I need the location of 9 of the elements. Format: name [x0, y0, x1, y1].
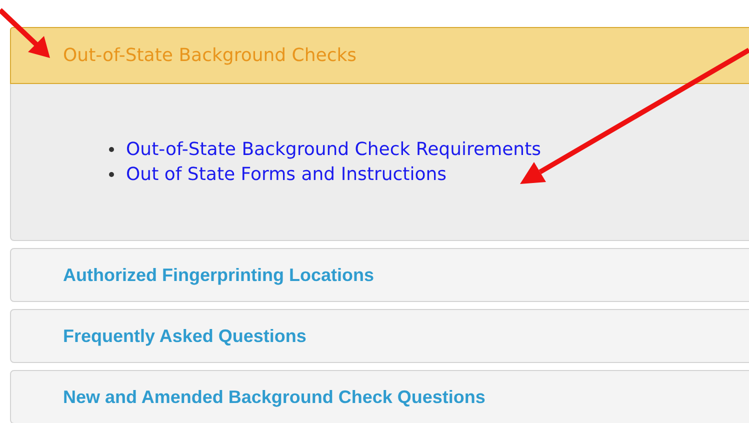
accordion-header[interactable]: Authorized Fingerprinting Locations	[10, 248, 749, 302]
accordion-header[interactable]: New and Amended Background Check Questions	[10, 370, 749, 423]
link[interactable]: Out-of-State Background Check Requirements	[126, 139, 542, 160]
link[interactable]: Out of State Forms and Instructions	[126, 164, 447, 185]
arrow	[0, 8, 50, 58]
bullet-icon	[109, 172, 114, 177]
bullet-icon	[109, 147, 114, 152]
accordion-header[interactable]: Frequently Asked Questions	[10, 309, 749, 363]
accordion-header[interactable]: Out-of-State Background Checks	[10, 27, 749, 84]
